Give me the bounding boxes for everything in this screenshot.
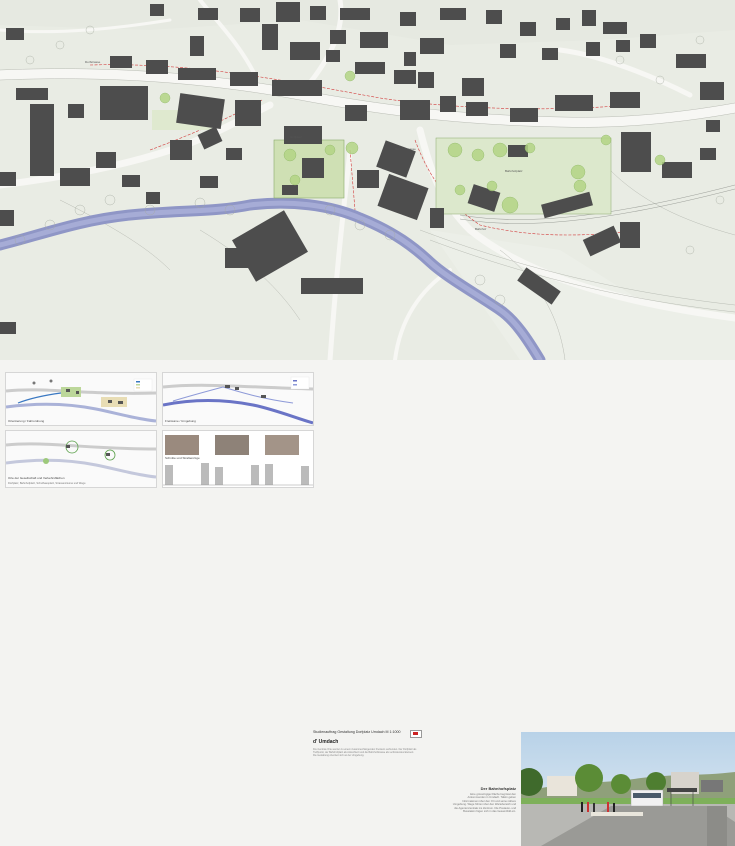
description-block: Der Bahnhofsplatz Eine grosszügige Fläch… <box>452 786 516 813</box>
street-label: Bahnhofstrasse <box>395 147 416 151</box>
plan-sheet: Dorfstrasse Bahnhofstrasse Bahnhof Dorfp… <box>0 0 735 846</box>
panel-subcaption: Dorfplatz, Bahnhofplatz, Schulhausplatz,… <box>8 482 86 485</box>
project-name: d' Umdach <box>313 739 339 745</box>
street-label: Bahnhof <box>475 227 486 231</box>
panel-caption: Freiräume / Umgebung <box>165 419 196 423</box>
street-label: Bahnhofplatz <box>505 169 523 173</box>
panel-caption: Orte der Gesellschaft und Verkehrsfläche… <box>8 476 65 480</box>
project-title: Studienauftrag Gestaltung Dorfplatz Umda… <box>313 730 401 734</box>
rendering-image <box>521 732 735 846</box>
analysis-panel-greenspace: Freiräume / Umgebung <box>162 372 314 426</box>
analysis-panel-places: Orte der Gesellschaft und Verkehrsfläche… <box>5 430 157 488</box>
station-square-rendering <box>521 732 735 846</box>
street-label: Dorfplatz <box>290 135 303 139</box>
section-photo-2 <box>215 435 249 455</box>
section-photo-3 <box>265 435 299 455</box>
title-block: Studienauftrag Gestaltung Dorfplatz Umda… <box>313 730 423 766</box>
street-sections <box>163 463 313 486</box>
panel-caption: Schnitte und Straßenzüge <box>165 456 200 460</box>
description-title: Der Bahnhofsplatz <box>480 786 516 791</box>
project-text: Drei zentrale Orte werden zu einem zusam… <box>313 748 417 757</box>
title-swatch <box>410 730 422 738</box>
bottom-strip: Orientierung / Fahrordnung Freiräume / U… <box>0 360 735 846</box>
analysis-map-2 <box>163 373 313 425</box>
street-label: Dorfstrasse <box>85 60 101 64</box>
site-plan-map: Dorfstrasse Bahnhofstrasse Bahnhof Dorfp… <box>0 0 735 360</box>
analysis-panel-orientation: Orientierung / Fahrordnung <box>5 372 157 426</box>
sections-panel: Schnitte und Straßenzüge <box>162 430 314 488</box>
description-body: Eine grosszügige Fläche begrüsst den Ank… <box>452 793 516 814</box>
section-photo-1 <box>165 435 199 455</box>
panel-caption: Orientierung / Fahrordnung <box>8 419 45 423</box>
analysis-map-1 <box>6 373 156 425</box>
